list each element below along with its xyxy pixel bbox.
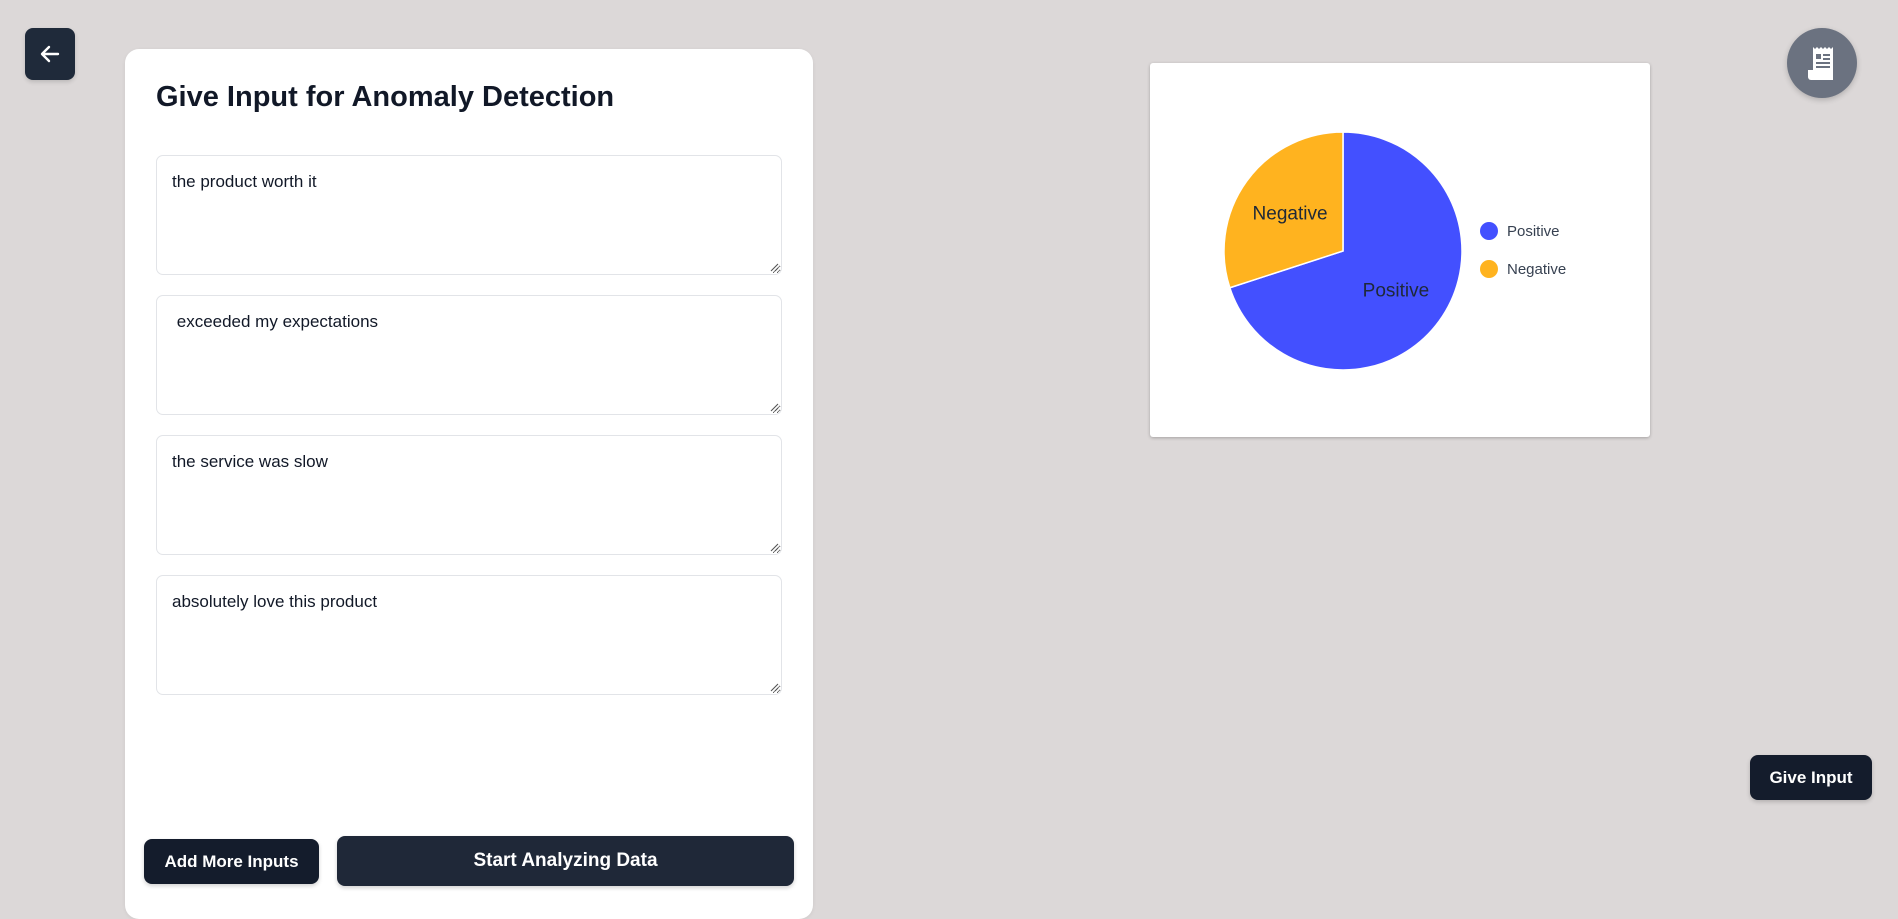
text-input-1[interactable] (156, 155, 782, 275)
sentiment-pie-chart: Positive Negative Positive Negative (1223, 131, 1566, 371)
back-button[interactable] (25, 28, 75, 80)
page-title: Give Input for Anomaly Detection (156, 81, 615, 113)
legend-label-positive[interactable]: Positive (1507, 223, 1560, 240)
legend-marker-positive[interactable] (1480, 222, 1498, 240)
legend-marker-negative[interactable] (1480, 260, 1498, 278)
receipt-icon (1802, 43, 1842, 83)
legend-label-negative[interactable]: Negative (1507, 261, 1566, 278)
text-input-3[interactable] (156, 435, 782, 555)
input-panel: Give Input for Anomaly Detection (125, 49, 813, 919)
start-analyzing-button[interactable]: Start Analyzing Data (337, 836, 794, 886)
slice-label-positive: Positive (1363, 280, 1430, 301)
text-input-2[interactable] (156, 295, 782, 415)
add-more-inputs-button[interactable]: Add More Inputs (144, 839, 319, 884)
give-input-button[interactable]: Give Input (1750, 755, 1872, 800)
arrow-left-icon (38, 42, 62, 66)
text-input-4[interactable] (156, 575, 782, 695)
slice-label-negative: Negative (1253, 204, 1328, 225)
sentiment-chart-card: Positive Negative Positive Negative (1150, 63, 1650, 437)
report-button[interactable] (1787, 28, 1857, 98)
